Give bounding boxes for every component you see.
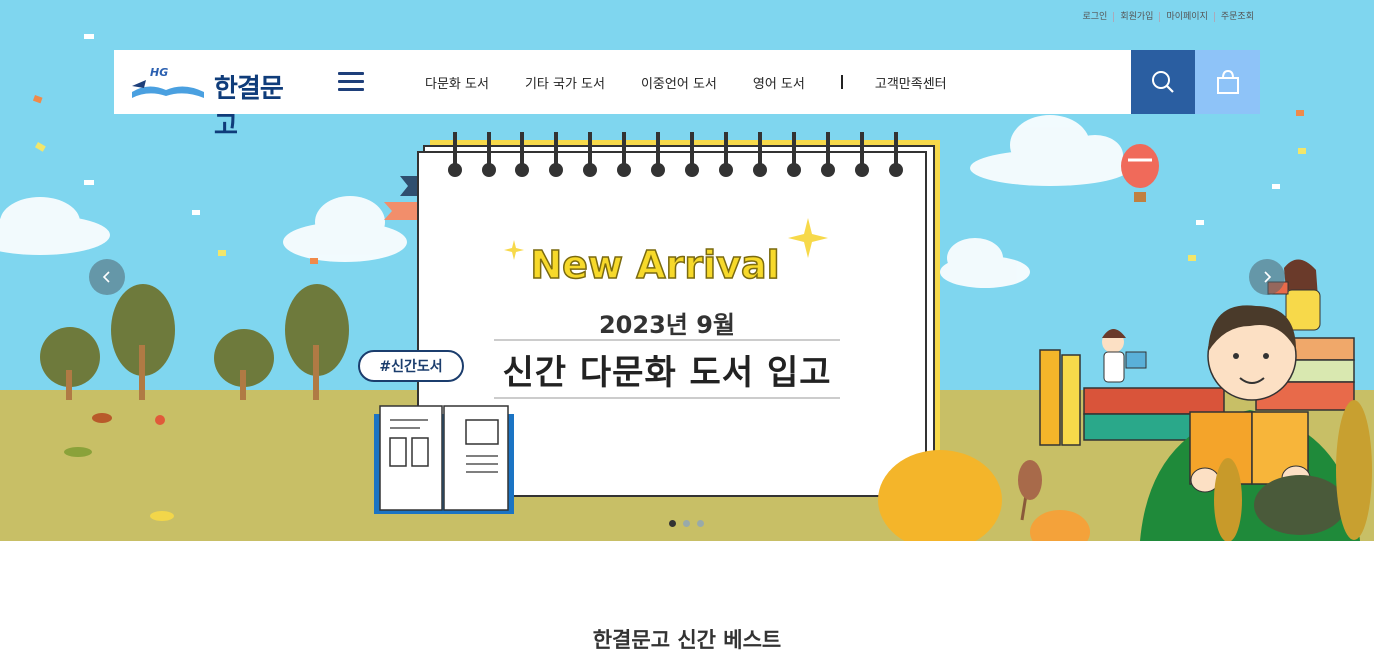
mypage-link[interactable]: 마이페이지 [1159, 12, 1213, 22]
site-logo[interactable]: HG 한결문고 [128, 62, 298, 141]
shopping-bag-icon [1216, 69, 1239, 94]
slider-prev-button[interactable] [89, 259, 125, 295]
banner-title: 신간 다문화 도서 입고 [502, 353, 832, 393]
banner-date: 2023년 9월 [598, 311, 735, 339]
search-icon [1152, 71, 1174, 93]
hamburger-icon[interactable] [338, 72, 364, 92]
signup-link[interactable]: 회원가입 [1113, 12, 1159, 22]
search-button[interactable] [1131, 50, 1195, 114]
nav-item-customer-center[interactable]: 고객만족센터 [875, 73, 947, 92]
cart-button[interactable] [1195, 50, 1260, 114]
nav-item-other-countries[interactable]: 기타 국가 도서 [525, 73, 605, 92]
pager-dot-1[interactable] [669, 520, 676, 527]
slider-next-button[interactable] [1249, 259, 1285, 295]
logo-mark: HG [150, 66, 169, 79]
banner-tag: #신간도서 [358, 350, 464, 382]
order-lookup-link[interactable]: 주문조회 [1213, 12, 1260, 22]
hero-banner: 로그인 회원가입 마이페이지 주문조회 HG 한결문고 다문화 도서 기타 국가… [0, 0, 1374, 541]
pager-dot-2[interactable] [683, 520, 690, 527]
nav-item-bilingual[interactable]: 이중언어 도서 [641, 73, 717, 92]
banner-headline: New Arrival [530, 242, 781, 288]
pager-dot-3[interactable] [697, 520, 704, 527]
logo-text: 한결문고 [214, 74, 284, 141]
chevron-right-icon [1264, 271, 1272, 283]
main-nav: 다문화 도서 기타 국가 도서 이중언어 도서 영어 도서 고객만족센터 [425, 50, 983, 114]
nav-item-english[interactable]: 영어 도서 [753, 73, 805, 92]
section-title: 한결문고 신간 베스트 [592, 628, 782, 652]
nav-divider [840, 75, 843, 89]
utility-links: 로그인 회원가입 마이페이지 주문조회 [1077, 12, 1261, 22]
site-header: HG 한결문고 다문화 도서 기타 국가 도서 이중언어 도서 영어 도서 고객… [114, 50, 1260, 141]
chevron-left-icon [102, 271, 110, 283]
slider-pager [669, 520, 704, 527]
nav-item-multicultural[interactable]: 다문화 도서 [425, 73, 489, 92]
login-link[interactable]: 로그인 [1077, 12, 1114, 22]
